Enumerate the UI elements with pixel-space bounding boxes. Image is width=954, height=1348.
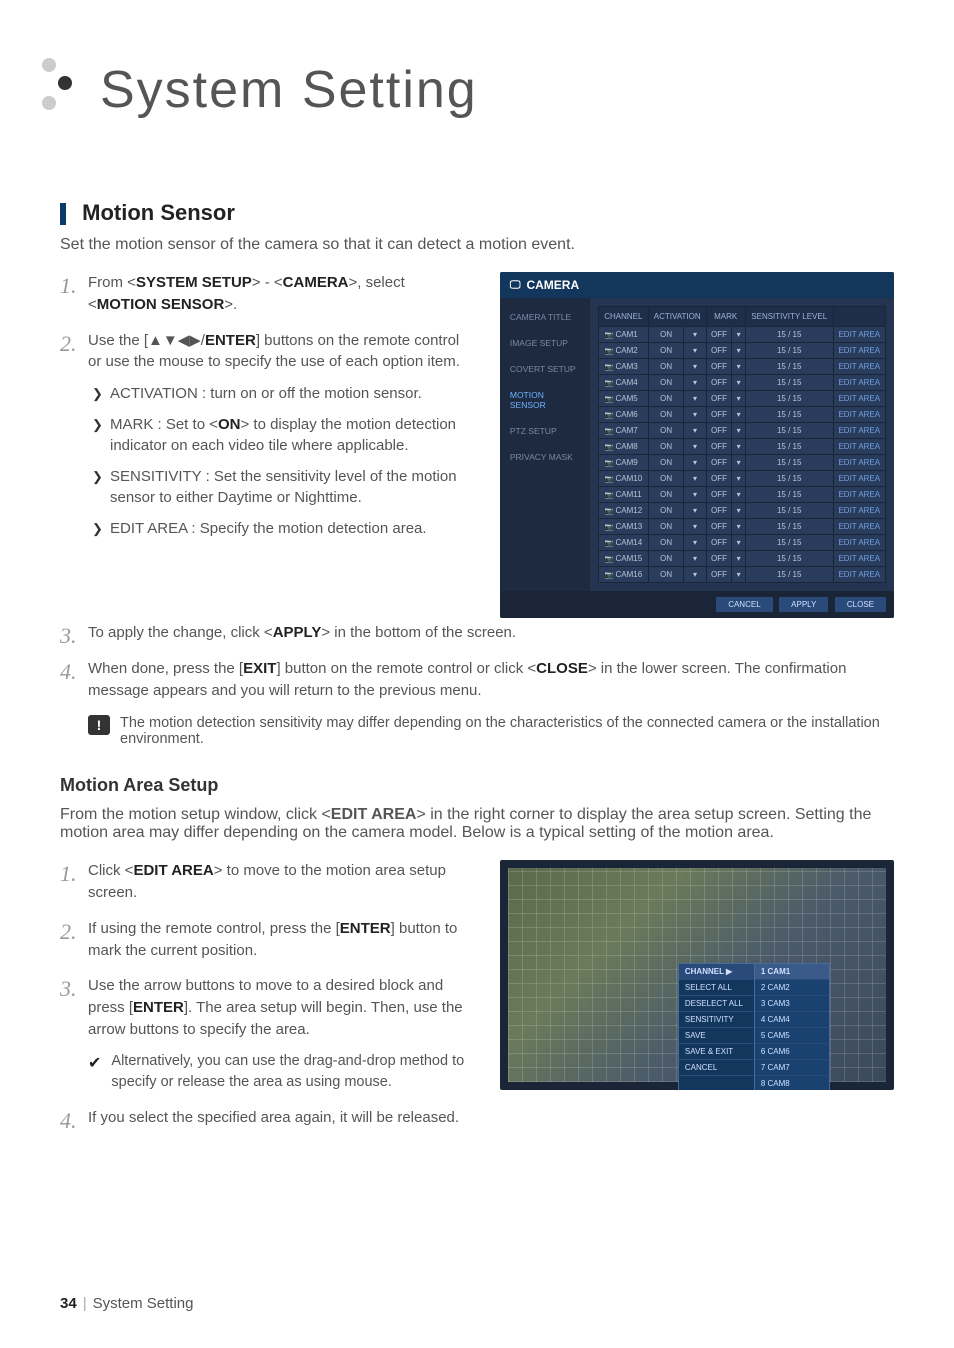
- context-menu: CHANNEL ▶ SELECT ALL DESELECT ALL SENSIT…: [678, 963, 830, 1090]
- edit-area-link: EDIT AREA: [833, 391, 885, 407]
- step-item: When done, press the [EXIT] button on th…: [60, 658, 894, 702]
- edit-area-link: EDIT AREA: [833, 487, 885, 503]
- step-item: Use the [▲▼◀▶/ENTER] buttons on the remo…: [60, 330, 474, 540]
- step-item: If you select the specified area again, …: [60, 1107, 474, 1129]
- edit-area-link: EDIT AREA: [833, 551, 885, 567]
- edit-area-link: EDIT AREA: [833, 423, 885, 439]
- table-row-channel: CAM3: [598, 359, 648, 375]
- edit-area-link: EDIT AREA: [833, 407, 885, 423]
- channel-item: 6 CAM6: [755, 1044, 829, 1060]
- table-row-channel: CAM16: [598, 567, 648, 583]
- sidebar-item-active: MOTION SENSOR: [500, 382, 590, 418]
- tip-text: Alternatively, you can use the drag-and-…: [111, 1051, 473, 1093]
- sidebar-item: COVERT SETUP: [500, 356, 590, 382]
- edit-area-link: EDIT AREA: [833, 503, 885, 519]
- table-row-channel: CAM14: [598, 535, 648, 551]
- sub-item: SENSITIVITY : Set the sensitivity level …: [92, 466, 474, 508]
- camera-table: CHANNEL ACTIVATION MARK SENSITIVITY LEVE…: [598, 306, 886, 583]
- table-row-channel: CAM12: [598, 503, 648, 519]
- edit-area-link: EDIT AREA: [833, 343, 885, 359]
- section-intro: Set the motion sensor of the camera so t…: [60, 236, 894, 254]
- table-row-channel: CAM7: [598, 423, 648, 439]
- check-icon: ✔: [88, 1052, 101, 1075]
- window-titlebar: CAMERA: [500, 272, 894, 298]
- table-row-channel: CAM4: [598, 375, 648, 391]
- table-row-channel: CAM6: [598, 407, 648, 423]
- edit-area-link: EDIT AREA: [833, 535, 885, 551]
- close-button: CLOSE: [835, 597, 886, 612]
- section-heading: Motion Sensor: [60, 200, 894, 226]
- subsection-intro: From the motion setup window, click <EDI…: [60, 806, 894, 842]
- channel-item: 4 CAM4: [755, 1012, 829, 1028]
- table-row-channel: CAM8: [598, 439, 648, 455]
- table-row-channel: CAM1: [598, 327, 648, 343]
- table-row-channel: CAM2: [598, 343, 648, 359]
- edit-area-link: EDIT AREA: [833, 567, 885, 583]
- channel-item: 7 CAM7: [755, 1060, 829, 1076]
- table-row-channel: CAM5: [598, 391, 648, 407]
- sidebar-item: PRIVACY MASK: [500, 444, 590, 470]
- section-bar-icon: [60, 203, 66, 225]
- sub-item: EDIT AREA : Specify the motion detection…: [92, 518, 474, 539]
- sub-item: MARK : Set to <ON> to display the motion…: [92, 414, 474, 456]
- edit-area-link: EDIT AREA: [833, 519, 885, 535]
- channel-item: 8 CAM8: [755, 1076, 829, 1090]
- edit-area-link: EDIT AREA: [833, 327, 885, 343]
- edit-area-link: EDIT AREA: [833, 359, 885, 375]
- channel-item: 3 CAM3: [755, 996, 829, 1012]
- subsection-heading: Motion Area Setup: [60, 775, 894, 796]
- sidebar-item: CAMERA TITLE: [500, 304, 590, 330]
- warning-icon: !: [88, 715, 110, 735]
- step-item: Use the arrow buttons to move to a desir…: [60, 975, 474, 1092]
- step-item: If using the remote control, press the […: [60, 918, 474, 962]
- note-text: The motion detection sensitivity may dif…: [120, 715, 894, 747]
- apply-button: APPLY: [779, 597, 828, 612]
- sidebar-item: PTZ SETUP: [500, 418, 590, 444]
- page-title: System Setting: [100, 60, 894, 120]
- step-item: From <SYSTEM SETUP> - <CAMERA>, select <…: [60, 272, 474, 316]
- camera-settings-screenshot: CAMERA CAMERA TITLE IMAGE SETUP COVERT S…: [500, 272, 894, 618]
- step-item: To apply the change, click <APPLY> in th…: [60, 622, 894, 644]
- edit-area-link: EDIT AREA: [833, 455, 885, 471]
- table-row-channel: CAM15: [598, 551, 648, 567]
- step-item: Click <EDIT AREA> to move to the motion …: [60, 860, 474, 904]
- table-row-channel: CAM10: [598, 471, 648, 487]
- sub-item: ACTIVATION : turn on or off the motion s…: [92, 383, 474, 404]
- cancel-button: CANCEL: [716, 597, 772, 612]
- table-row-channel: CAM11: [598, 487, 648, 503]
- edit-area-link: EDIT AREA: [833, 471, 885, 487]
- motion-area-screenshot: CHANNEL ▶ SELECT ALL DESELECT ALL SENSIT…: [500, 860, 894, 1090]
- channel-item: 2 CAM2: [755, 980, 829, 996]
- edit-area-link: EDIT AREA: [833, 375, 885, 391]
- edit-area-link: EDIT AREA: [833, 439, 885, 455]
- page-footer: 34|System Setting: [60, 1295, 193, 1312]
- sidebar-item: IMAGE SETUP: [500, 330, 590, 356]
- channel-item: 5 CAM5: [755, 1028, 829, 1044]
- table-row-channel: CAM13: [598, 519, 648, 535]
- table-row-channel: CAM9: [598, 455, 648, 471]
